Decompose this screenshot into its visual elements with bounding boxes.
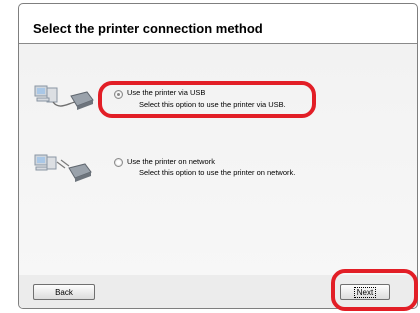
network-printer-icon bbox=[34, 154, 92, 182]
connection-dialog: Select the printer connection method Use… bbox=[18, 3, 418, 309]
next-button-highlight bbox=[331, 269, 418, 311]
back-button[interactable]: Back bbox=[33, 284, 95, 300]
options-panel: Use the printer via USB Select this opti… bbox=[19, 44, 417, 275]
back-button-label: Back bbox=[55, 287, 73, 297]
option-network[interactable]: Use the printer on network Select this o… bbox=[19, 152, 417, 192]
page-title: Select the printer connection method bbox=[33, 21, 263, 36]
radio-network[interactable] bbox=[114, 158, 123, 167]
option-network-description: Select this option to use the printer on… bbox=[139, 168, 296, 177]
option-network-label: Use the printer on network bbox=[127, 157, 215, 166]
usb-option-highlight bbox=[98, 81, 316, 118]
usb-printer-icon bbox=[34, 85, 94, 110]
